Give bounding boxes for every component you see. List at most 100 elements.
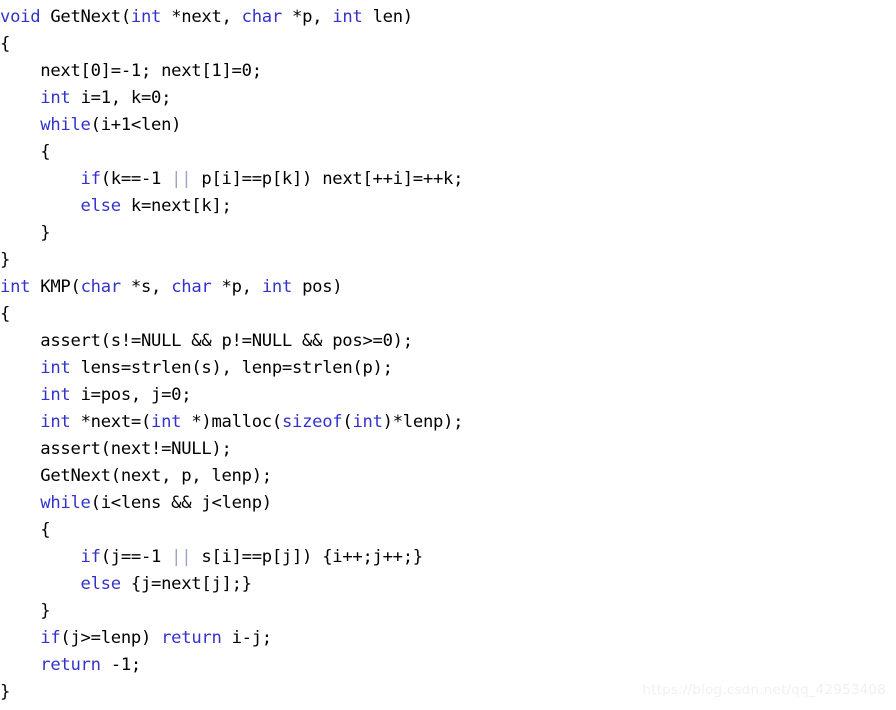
code-text: } — [0, 601, 51, 621]
code-line: assert(s!=NULL && p!=NULL && pos>=0); — [0, 328, 463, 355]
code-line: } — [0, 679, 463, 706]
code-text: *s, — [120, 277, 172, 297]
code-text: { — [0, 34, 11, 54]
code-keyword: while — [40, 115, 91, 135]
code-keyword: char — [80, 277, 122, 297]
code-text: len) — [362, 7, 414, 27]
code-line: return -1; — [0, 652, 463, 679]
code-text: *p, — [211, 277, 262, 297]
code-keyword: if — [80, 547, 101, 567]
code-keyword: int — [40, 385, 71, 405]
code-line: int lens=strlen(s), lenp=strlen(p); — [0, 355, 463, 382]
code-line: int i=1, k=0; — [0, 85, 463, 112]
code-keyword: int — [40, 412, 71, 432]
code-keyword: return — [40, 655, 101, 675]
code-text: *next=( — [70, 412, 152, 432]
code-line: { — [0, 301, 463, 328]
code-line: { — [0, 31, 463, 58]
code-text: GetNext(next, p, lenp); — [0, 466, 272, 486]
code-keyword: int — [40, 358, 71, 378]
code-text: )*lenp); — [382, 412, 464, 432]
code-line: int KMP(char *s, char *p, int pos) — [0, 274, 463, 301]
code-keyword: int — [130, 7, 162, 27]
code-text: } — [0, 223, 51, 243]
code-text: *next, — [161, 7, 242, 27]
code-keyword: char — [241, 7, 283, 27]
code-text: *)malloc( — [181, 412, 282, 432]
code-line: int *next=(int *)malloc(sizeof(int)*lenp… — [0, 409, 463, 436]
code-text: KMP( — [30, 277, 81, 297]
code-text: s[i]==p[j]) {i++;j++;} — [191, 547, 423, 567]
code-keyword: while — [40, 493, 91, 513]
code-keyword: else — [80, 574, 122, 594]
code-line: next[0]=-1; next[1]=0; — [0, 58, 463, 85]
code-text: (k==-1 — [100, 169, 172, 189]
code-keyword: char — [171, 277, 212, 297]
code-keyword: else — [80, 196, 122, 216]
code-text: (i<lens && j<lenp) — [90, 493, 273, 513]
code-text: (i+1<len) — [90, 115, 182, 135]
code-text: lens=strlen(s), lenp=strlen(p); — [70, 358, 393, 378]
code-keyword: if — [80, 169, 101, 189]
code-line: if(j==-1 || s[i]==p[j]) {i++;j++;} — [0, 544, 463, 571]
code-line: else k=next[k]; — [0, 193, 463, 220]
code-line: } — [0, 220, 463, 247]
code-text: -1; — [100, 655, 142, 675]
code-text: pos) — [292, 277, 343, 297]
code-keyword: int — [151, 412, 182, 432]
code-text: i=1, k=0; — [70, 88, 172, 108]
code-line: void GetNext(int *next, char *p, int len… — [0, 4, 463, 31]
code-line: assert(next!=NULL); — [0, 436, 463, 463]
code-text: next[0]=-1; next[1]=0; — [0, 61, 262, 81]
code-block[interactable]: void GetNext(int *next, char *p, int len… — [0, 4, 463, 706]
code-text: *p, — [281, 7, 333, 27]
code-text: assert(s!=NULL && p!=NULL && pos>=0); — [0, 331, 413, 351]
code-keyword: int — [261, 277, 293, 297]
code-keyword: return — [161, 628, 222, 648]
code-line: while(i+1<len) — [0, 112, 463, 139]
code-keyword: void — [0, 7, 41, 27]
code-line: } — [0, 247, 463, 274]
watermark: https://blog.csdn.net/qq_42953408 — [642, 682, 886, 698]
code-text: { — [0, 304, 11, 324]
code-keyword: int — [332, 7, 363, 27]
code-keyword: int — [352, 412, 383, 432]
code-keyword: sizeof — [281, 412, 343, 432]
code-text: assert(next!=NULL); — [0, 439, 232, 459]
code-text: i=pos, j=0; — [70, 385, 192, 405]
code-operator: || — [171, 169, 192, 189]
code-text: } — [0, 250, 11, 270]
code-keyword: int — [40, 88, 71, 108]
code-line: if(k==-1 || p[i]==p[k]) next[++i]=++k; — [0, 166, 464, 193]
code-text: { — [0, 142, 51, 162]
code-keyword: int — [0, 277, 31, 297]
code-line: { — [0, 517, 463, 544]
code-text: { — [0, 520, 51, 540]
code-operator: || — [171, 547, 192, 567]
code-text: ( — [342, 412, 353, 432]
code-keyword: if — [40, 628, 61, 648]
code-text: (j==-1 — [100, 547, 172, 567]
code-text: } — [0, 682, 11, 702]
code-text: k=next[k]; — [120, 196, 232, 216]
code-line: GetNext(next, p, lenp); — [0, 463, 463, 490]
code-line: { — [0, 139, 463, 166]
code-text: i-j; — [221, 628, 273, 648]
code-text: (j>=lenp) — [60, 628, 162, 648]
code-text: GetNext( — [40, 7, 131, 27]
code-line: while(i<lens && j<lenp) — [0, 490, 463, 517]
code-line: if(j>=lenp) return i-j; — [0, 625, 463, 652]
code-line: } — [0, 598, 463, 625]
code-text: {j=next[j];} — [120, 574, 252, 594]
code-text: p[i]==p[k]) next[++i]=++k; — [191, 169, 464, 189]
